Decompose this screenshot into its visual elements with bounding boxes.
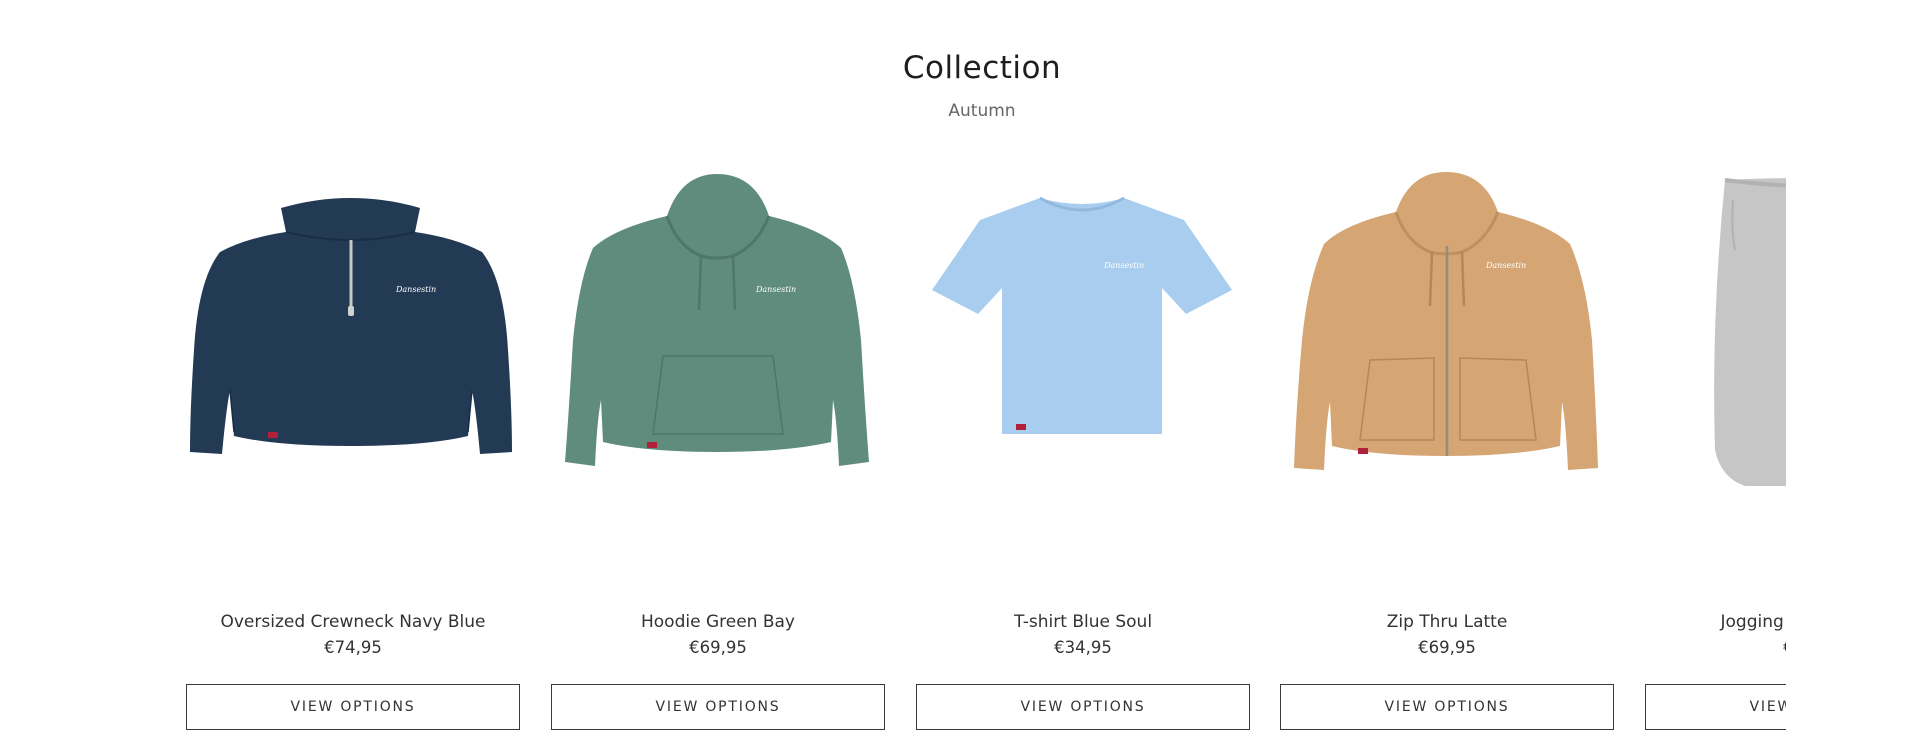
product-name[interactable]: Zip Thru Latte [1280, 612, 1614, 632]
product-track: Dansestin Oversized Crewneck Navy Blue €… [186, 170, 1786, 750]
product-card[interactable]: Dansestin T-shirt Blue Soul €34,95 VIEW … [916, 170, 1250, 750]
collection-header: Collection Autumn [0, 50, 1914, 121]
view-options-button[interactable]: VIEW OPTIONS [916, 684, 1250, 730]
product-name[interactable]: Hoodie Green Bay [551, 612, 885, 632]
product-image-t-shirt[interactable]: Dansestin [916, 170, 1250, 590]
product-card[interactable]: Dansestin Hoodie Green Bay €69,95 VIEW O… [551, 170, 885, 750]
view-options-button[interactable]: VIEW OPTIONS [1645, 684, 1786, 730]
product-price: €69,95 [1418, 638, 1476, 657]
product-card[interactable]: Dansestin Zip Thru Latte €69,95 VIEW OPT… [1280, 170, 1614, 750]
product-price: €69,95 [689, 638, 747, 657]
product-name[interactable]: Jogging Heather Grey [1645, 612, 1786, 632]
product-image-zip-hoodie[interactable]: Dansestin [1280, 170, 1614, 590]
product-image-quarter-zip[interactable]: Dansestin [186, 170, 520, 590]
product-card[interactable]: Jogging Heather Grey €69,95 VIEW OPTIONS [1645, 170, 1786, 750]
product-card[interactable]: Dansestin Oversized Crewneck Navy Blue €… [186, 170, 520, 750]
svg-text:Dansestin: Dansestin [755, 285, 796, 294]
product-name[interactable]: T-shirt Blue Soul [916, 612, 1250, 632]
sweater-image: Dansestin [190, 198, 512, 454]
product-name[interactable]: Oversized Crewneck Navy Blue [186, 612, 520, 632]
collection-subtitle: Autumn [948, 101, 1016, 121]
product-price: €74,95 [324, 638, 382, 657]
collection-title: Collection [902, 50, 1062, 86]
view-options-button[interactable]: VIEW OPTIONS [551, 684, 885, 730]
svg-text:Dansestin: Dansestin [1485, 261, 1526, 270]
view-options-button[interactable]: VIEW OPTIONS [186, 684, 520, 730]
product-price: €69,95 [1645, 638, 1786, 657]
zip-hoodie-image: Dansestin [1294, 172, 1598, 470]
t-shirt-image: Dansestin [932, 196, 1232, 434]
jogging-pants-image [1714, 178, 1786, 486]
svg-text:Dansestin: Dansestin [395, 285, 436, 294]
product-price: €34,95 [1054, 638, 1112, 657]
svg-text:Dansestin: Dansestin [1103, 261, 1144, 270]
view-options-button[interactable]: VIEW OPTIONS [1280, 684, 1614, 730]
product-carousel[interactable]: Dansestin Oversized Crewneck Navy Blue €… [186, 170, 1786, 750]
product-image-jogging[interactable] [1645, 170, 1786, 590]
hoodie-image: Dansestin [565, 174, 869, 466]
product-image-hoodie[interactable]: Dansestin [551, 170, 885, 590]
